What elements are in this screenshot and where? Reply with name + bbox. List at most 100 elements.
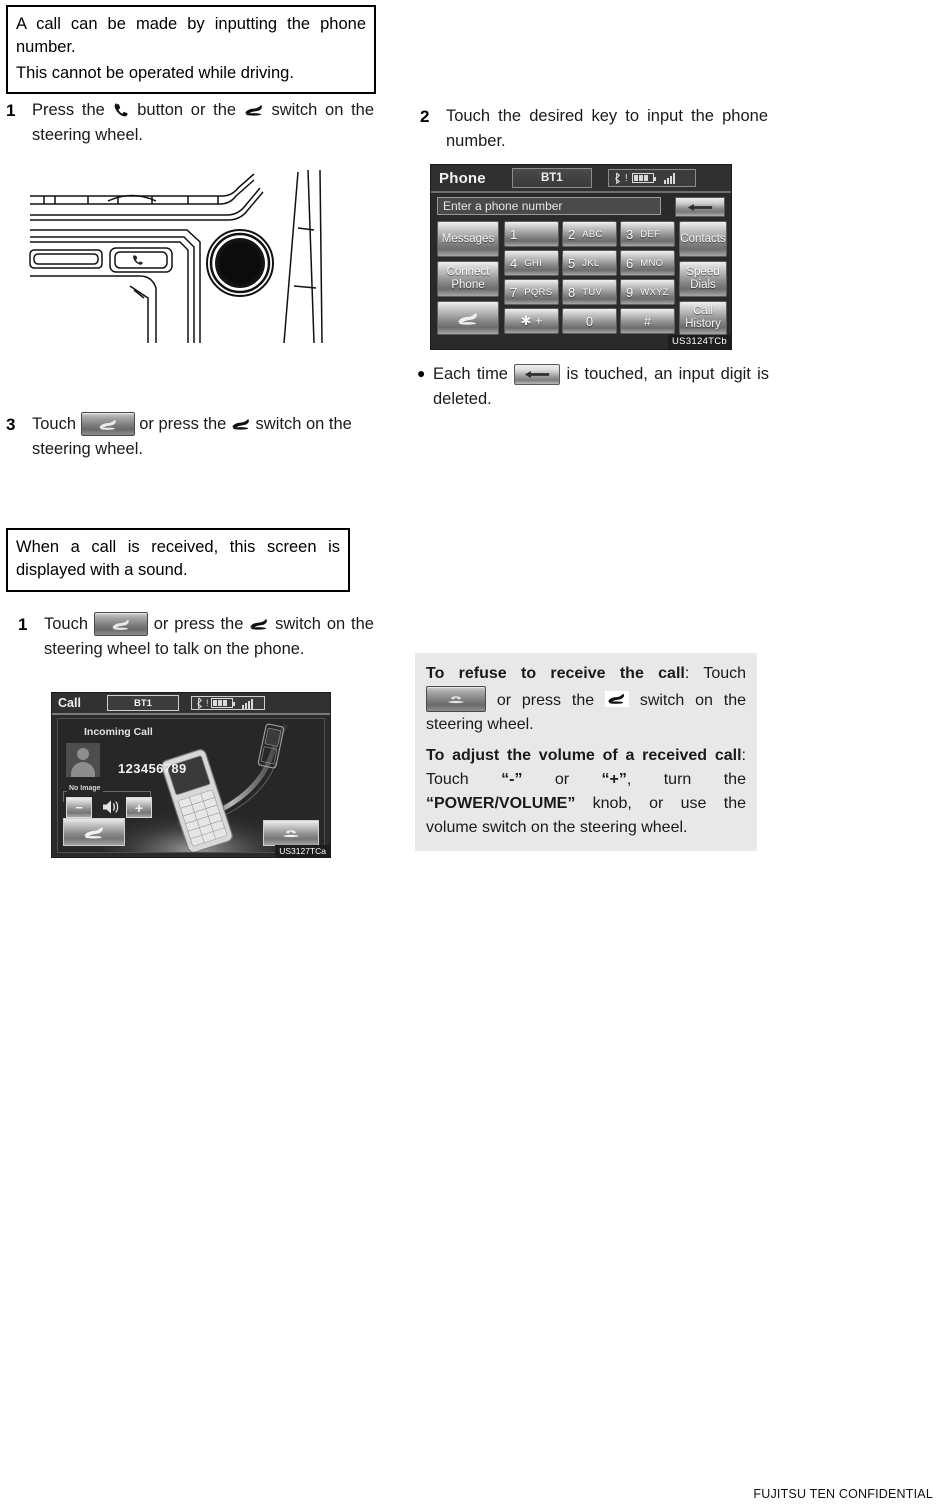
hangup-call-button[interactable]: [263, 820, 319, 846]
step-1-text-middle: button or the: [137, 101, 237, 119]
key-9-alpha: WXYZ: [640, 286, 669, 298]
incoming-call-screen: Call BT1 ! Incoming Call 123456789 No Im…: [51, 692, 331, 858]
bluetooth-icon: [196, 697, 203, 709]
call-screen-body: Incoming Call 123456789 No Image − +: [57, 718, 325, 853]
left-arrow-icon: [515, 365, 559, 384]
key-9[interactable]: 9 WXYZ: [620, 279, 675, 305]
phone-number-input[interactable]: Enter a phone number: [437, 197, 661, 215]
contacts-button[interactable]: Contacts: [679, 221, 727, 257]
phone-screen-bt-badge[interactable]: BT1: [511, 168, 592, 188]
call-history-label-line1: Call: [693, 304, 713, 317]
step-receive-1-text: Touch or press the switch on the steerin…: [44, 612, 374, 662]
key-8-alpha: TUV: [582, 286, 603, 298]
key-3[interactable]: 3 DEF: [620, 221, 675, 247]
step-3-text: Touch or press the switch on the steerin…: [32, 412, 374, 462]
key-7[interactable]: 7 PQRS: [504, 279, 559, 305]
manual-page: A call can be made by inputting the phon…: [0, 0, 941, 1506]
left-arrow-icon: [687, 203, 713, 211]
key-2[interactable]: 2 ABC: [562, 221, 617, 247]
phone-number-placeholder: Enter a phone number: [443, 199, 563, 213]
key-4-alpha: GHI: [524, 257, 543, 269]
steering-phone-switch-icon: [604, 691, 629, 707]
step-1-number: 1: [6, 101, 16, 120]
connect-phone-button[interactable]: Connect Phone: [437, 261, 499, 297]
handset-chip-icon: [82, 413, 134, 435]
key-4-number: 4: [510, 255, 518, 271]
info-refuse-mid: or press the: [496, 692, 595, 709]
step-3-number: 3: [6, 415, 16, 434]
key-1-number: 1: [510, 226, 518, 242]
call-screen-status-icons: !: [190, 696, 265, 710]
signal-bars-icon: [663, 172, 675, 184]
speed-dials-button[interactable]: Speed Dials: [679, 261, 727, 297]
step-2-touch-key: 2 Touch the desired key to input the pho…: [420, 104, 768, 154]
info-volume-minus: “-”: [501, 771, 523, 788]
speed-dials-label-line2: Dials: [690, 279, 716, 291]
key-5-alpha: JKL: [582, 257, 600, 269]
key-0[interactable]: 0: [562, 308, 617, 334]
answer-button-chip[interactable]: [93, 612, 148, 636]
phone-keypad-screen: Phone BT1 ! Enter a phone number Message…: [430, 164, 732, 350]
delete-digit-button[interactable]: [675, 197, 725, 217]
signal-bars-icon: [242, 698, 254, 709]
refuse-call-chip[interactable]: [426, 686, 486, 712]
bullet-dot: ●: [417, 365, 426, 381]
key-6-number: 6: [626, 255, 634, 271]
call-screen-bt-badge: BT1: [106, 695, 179, 711]
key-0-label: 0: [585, 313, 594, 329]
key-1[interactable]: 1: [504, 221, 559, 247]
messages-button[interactable]: Messages: [437, 221, 499, 257]
footer-confidential: FUJITSU TEN CONFIDENTIAL: [753, 1487, 933, 1501]
callout-call-received: When a call is received, this screen is …: [6, 528, 350, 592]
key-4[interactable]: 4 GHI: [504, 250, 559, 276]
handset-icon: [113, 102, 130, 117]
bullet-delete-text: Each time is touched, an input digit is …: [433, 362, 769, 412]
key-hash[interactable]: #: [620, 308, 675, 334]
speed-dials-label-line1: Speed: [686, 265, 720, 278]
key-6-alpha: MNO: [640, 257, 664, 269]
callout-dial-number: A call can be made by inputting the phon…: [6, 5, 376, 95]
battery-icon: [211, 698, 236, 708]
step-receive-1-number: 1: [18, 615, 28, 634]
info-volume-paragraph: To adjust the volume of a received call:…: [426, 744, 746, 840]
key-3-number: 3: [626, 226, 634, 242]
key-9-number: 9: [626, 284, 634, 300]
step-receive-1-text-before: Touch: [44, 615, 89, 633]
volume-up-button[interactable]: +: [126, 797, 152, 818]
key-3-alpha: DEF: [640, 228, 661, 240]
hangup-chip-icon: [427, 687, 485, 711]
call-screen-title: Call: [58, 696, 81, 710]
caller-number: 123456789: [118, 761, 187, 776]
handset-chip-icon: [95, 613, 147, 635]
key-5[interactable]: 5 JKL: [562, 250, 617, 276]
call-button-chip[interactable]: [80, 412, 135, 436]
step-3-text-before: Touch: [32, 415, 77, 433]
steering-phone-switch-icon: [231, 417, 251, 431]
key-8[interactable]: 8 TUV: [562, 279, 617, 305]
steering-phone-switch-icon: [244, 103, 264, 117]
bullet-delete-digit: ● Each time is touched, an input digit i…: [417, 362, 769, 412]
info-volume-or: or: [554, 771, 570, 788]
floating-phone-art: [257, 723, 285, 769]
step-2-text: Touch the desired key to input the phone…: [446, 107, 768, 151]
contacts-label: Contacts: [680, 233, 726, 245]
dashboard-illustration: [22, 168, 342, 344]
answer-call-button[interactable]: [63, 818, 125, 846]
step-1-text: Press the button or the switch on the st…: [32, 98, 374, 148]
callout-receive-line1: When a call is received, this screen is …: [16, 538, 340, 580]
key-5-number: 5: [568, 255, 576, 271]
step-3-text-middle: or press the: [139, 415, 227, 433]
call-screen-image-tag: US3127TCa: [275, 845, 330, 857]
battery-icon: [631, 173, 656, 183]
callout-dial-line2: This cannot be operated while driving.: [16, 63, 294, 82]
avatar: [66, 743, 100, 777]
dial-call-button[interactable]: [437, 301, 499, 335]
delete-digit-chip[interactable]: [514, 364, 561, 385]
volume-down-button[interactable]: −: [66, 797, 92, 818]
key-6[interactable]: 6 MNO: [620, 250, 675, 276]
call-history-button[interactable]: Call History: [679, 301, 727, 335]
key-star[interactable]: ✱ +: [504, 308, 559, 334]
key-2-alpha: ABC: [582, 228, 603, 240]
connect-phone-label-line1: Connect: [446, 265, 490, 278]
phone-screen-title: Phone: [439, 169, 486, 187]
